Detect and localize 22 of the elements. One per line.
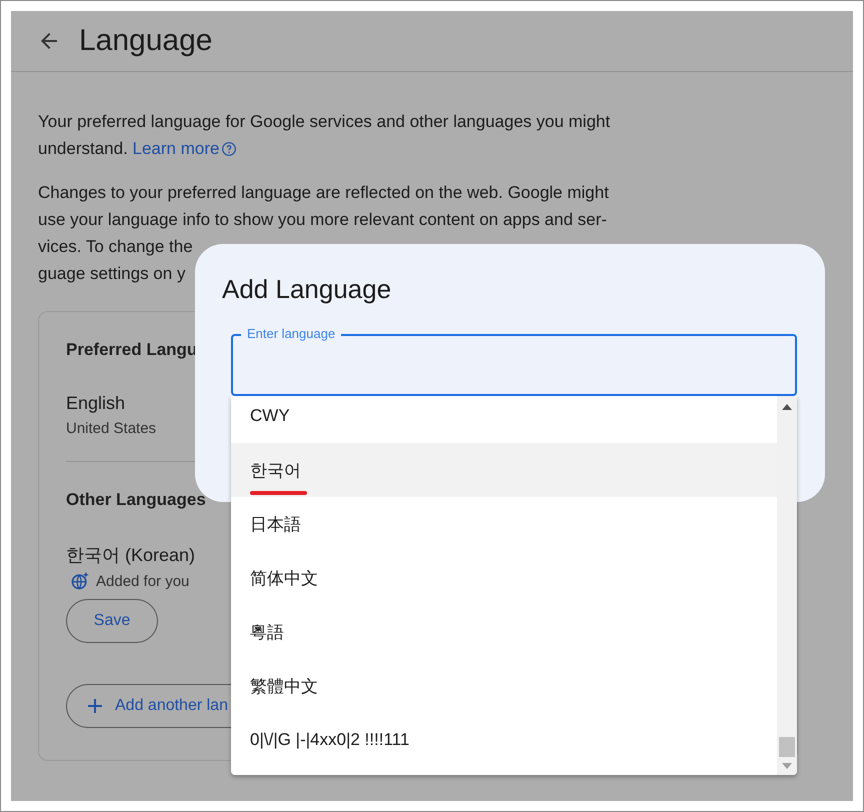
added-for-you-label: Added for you [96,572,190,590]
language-name: English [66,393,126,414]
intro-text: Your preferred language for Google services and other languages you might understand. Learn more [38,108,678,162]
language-region: United States [66,420,156,437]
scrollbar-thumb[interactable] [779,737,795,757]
help-icon[interactable] [221,140,238,156]
language-option[interactable]: 한국어 [231,443,777,497]
globe-sparkle-icon [70,571,90,591]
scrollbar[interactable] [777,396,797,775]
scroll-down-icon[interactable] [782,763,792,769]
dialog-title: Add Language [222,274,392,305]
scroll-up-icon[interactable] [782,404,792,410]
note-text-line: guage settings on y [38,263,186,285]
section-heading: Other Languages [66,490,206,510]
language-option[interactable]: CWY [231,396,777,443]
section-heading: Preferred Langu [66,340,198,360]
note-text-line: vices. To change the [38,236,193,258]
note-text-line: Changes to your preferred language are reflected on the web. Google might [38,182,609,204]
note-text-line: use your language info to show you more relevant content on apps and ser- [38,209,607,231]
page-title: Language [79,24,212,58]
language-name: 한국어 (Korean) [66,544,196,567]
plus-icon [87,698,103,714]
